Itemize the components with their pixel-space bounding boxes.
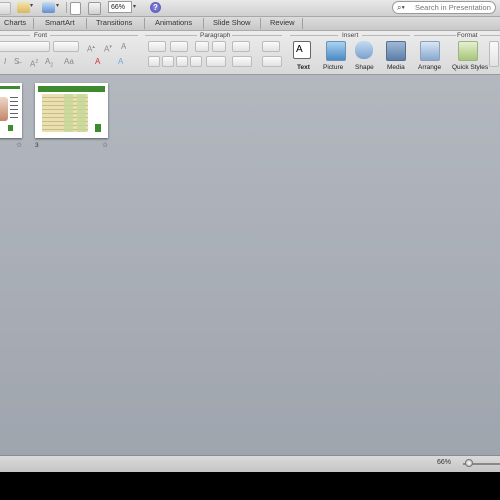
dropdown-arrow-icon[interactable]: ▾ xyxy=(30,2,36,13)
group-divider xyxy=(145,35,197,36)
slide-table xyxy=(42,94,88,132)
slide-logo xyxy=(95,124,101,132)
media-icon[interactable] xyxy=(386,41,406,61)
picture-icon[interactable] xyxy=(326,41,346,61)
italic-icon[interactable]: I xyxy=(4,57,6,67)
tab-separator xyxy=(302,18,303,29)
numbering-button[interactable] xyxy=(170,41,188,52)
tab-separator xyxy=(260,18,261,29)
picture-button-label[interactable]: Picture xyxy=(323,64,343,71)
text-box-icon[interactable]: A xyxy=(293,41,311,59)
ribbon-tabs: Charts SmartArt Transitions Animations S… xyxy=(0,17,500,31)
clear-formatting-icon[interactable]: A xyxy=(121,42,126,52)
search-field[interactable]: ⌕▾ Search in Presentation xyxy=(392,1,496,14)
slide-header-bar xyxy=(38,86,105,92)
tab-review[interactable]: Review xyxy=(270,18,295,27)
strikethrough-icon[interactable]: S̶ xyxy=(14,57,19,67)
group-divider xyxy=(362,35,410,36)
gallery-icon[interactable] xyxy=(70,2,81,15)
zoom-value: 66% xyxy=(111,4,126,11)
shape-icon[interactable] xyxy=(355,41,373,59)
quick-styles-button-label[interactable]: Quick Styles xyxy=(452,64,488,71)
group-divider xyxy=(50,35,138,36)
line-spacing-button[interactable] xyxy=(232,41,250,52)
format-gallery-scroll[interactable] xyxy=(489,41,499,67)
slide-logo xyxy=(8,125,13,131)
align-center-button[interactable] xyxy=(162,56,174,67)
text-button-label[interactable]: Text xyxy=(297,64,310,71)
standard-toolbar: ▾ ▾ 66% ▾ ? ⌕▾ Search in Presentation xyxy=(0,0,500,17)
justify-button[interactable] xyxy=(190,56,202,67)
change-case-icon[interactable]: Aa xyxy=(64,57,74,67)
group-divider xyxy=(290,35,338,36)
font-color-icon[interactable]: A xyxy=(95,57,100,67)
tab-separator xyxy=(144,18,145,29)
format-painter-icon[interactable] xyxy=(17,2,30,13)
group-divider xyxy=(0,35,30,36)
text-effects-icon[interactable]: A xyxy=(118,57,123,67)
slide-text-lines xyxy=(10,97,18,119)
increase-indent-button[interactable] xyxy=(212,41,226,52)
sidebar-toggle-icon[interactable] xyxy=(88,2,101,15)
convert-to-smartart-button[interactable] xyxy=(262,56,282,67)
tab-animations[interactable]: Animations xyxy=(155,18,192,27)
group-divider xyxy=(414,35,456,36)
increase-font-size-icon[interactable]: A▴ xyxy=(87,42,95,55)
slide-thumbnail[interactable] xyxy=(0,83,22,138)
insert-group-title: Insert xyxy=(342,32,359,39)
arrange-icon[interactable] xyxy=(420,41,440,61)
search-placeholder: Search in Presentation xyxy=(415,3,491,12)
bullets-button[interactable] xyxy=(148,41,166,52)
table-column xyxy=(64,94,73,132)
align-left-button[interactable] xyxy=(148,56,160,67)
group-divider xyxy=(480,35,500,36)
font-size-field[interactable] xyxy=(53,41,79,52)
zoom-slider-knob[interactable] xyxy=(465,459,473,467)
tab-slide-show[interactable]: Slide Show xyxy=(213,18,251,27)
slide-number: 3 xyxy=(35,142,39,149)
shape-button-label[interactable]: Shape xyxy=(355,64,374,71)
ribbon: Font A▴ A▾ A I S̶ A2 A2 Aa A A Paragraph… xyxy=(0,31,500,75)
slide-thumbnail[interactable] xyxy=(35,83,108,138)
tab-separator xyxy=(33,18,34,29)
text-direction-button[interactable] xyxy=(206,56,226,67)
columns-button[interactable] xyxy=(262,41,280,52)
dropdown-arrow-icon[interactable]: ▾ xyxy=(56,2,62,13)
zoom-field[interactable]: 66% xyxy=(108,1,132,13)
font-name-field[interactable] xyxy=(0,41,50,52)
tab-smartart[interactable]: SmartArt xyxy=(45,18,75,27)
slide-transition-icon[interactable]: ☆ xyxy=(102,141,108,149)
slide-transition-icon[interactable]: ☆ xyxy=(16,141,22,149)
insert-hyperlink-icon[interactable] xyxy=(42,2,55,13)
search-icon[interactable]: ⌕▾ xyxy=(397,3,405,13)
tab-charts[interactable]: Charts xyxy=(4,18,26,27)
status-bar: 66% xyxy=(0,455,500,472)
undo-icon[interactable] xyxy=(0,2,11,15)
zoom-dropdown-icon[interactable]: ▾ xyxy=(133,3,136,10)
align-text-button[interactable] xyxy=(232,56,252,67)
format-group-title: Format xyxy=(457,32,478,39)
font-group-title: Font xyxy=(34,32,48,39)
superscript-icon[interactable]: A2 xyxy=(30,57,38,70)
tab-separator xyxy=(86,18,87,29)
help-icon[interactable]: ? xyxy=(150,2,161,13)
tab-separator xyxy=(203,18,204,29)
quick-styles-icon[interactable] xyxy=(458,41,478,61)
arrange-button-label[interactable]: Arrange xyxy=(418,64,441,71)
decrease-indent-button[interactable] xyxy=(195,41,209,52)
toolbar-separator xyxy=(66,2,67,13)
powerpoint-window: ▾ ▾ 66% ▾ ? ⌕▾ Search in Presentation Ch… xyxy=(0,0,500,472)
status-zoom-label: 66% xyxy=(437,459,452,466)
table-column xyxy=(77,94,86,132)
subscript-icon[interactable]: A2 xyxy=(45,57,53,71)
paragraph-group-title: Paragraph xyxy=(200,32,231,39)
group-divider xyxy=(232,35,282,36)
media-button-label[interactable]: Media xyxy=(387,64,405,71)
decrease-font-size-icon[interactable]: A▾ xyxy=(104,42,112,55)
slide-image xyxy=(0,97,8,121)
align-right-button[interactable] xyxy=(176,56,188,67)
slide-header-bar xyxy=(0,86,20,89)
tab-transitions[interactable]: Transitions xyxy=(96,18,132,27)
